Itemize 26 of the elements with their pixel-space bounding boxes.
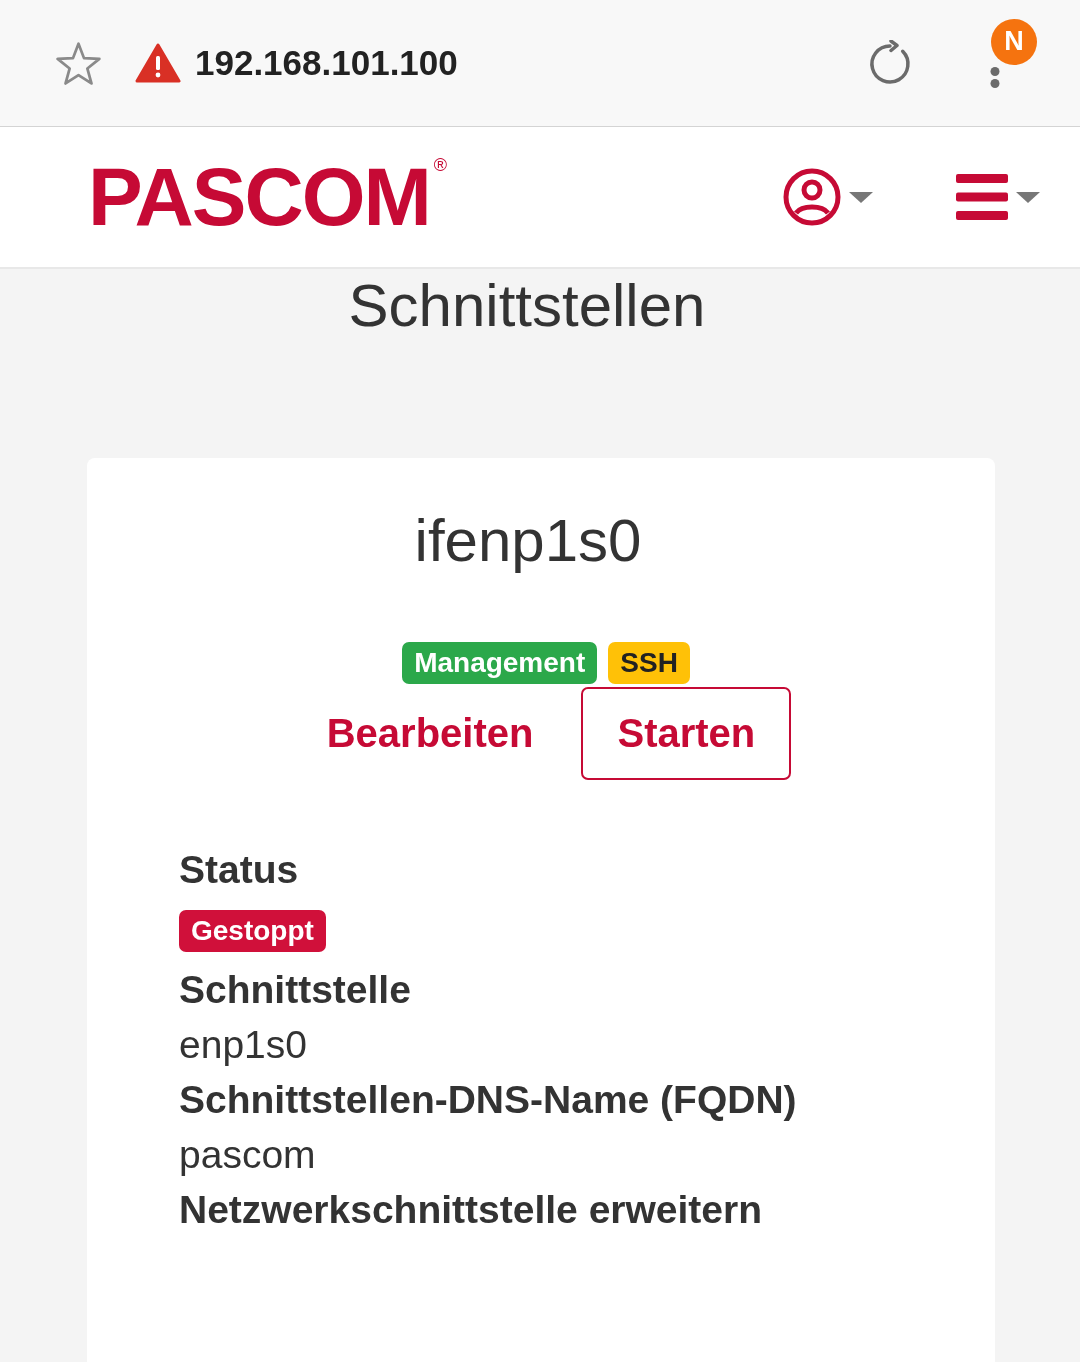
start-button[interactable]: Starten bbox=[581, 687, 792, 780]
field-value: pascom bbox=[179, 1132, 316, 1178]
star-icon[interactable] bbox=[56, 41, 101, 85]
page-title: Schnittstellen bbox=[348, 271, 706, 341]
menu-icon bbox=[956, 174, 1008, 220]
caret-icon bbox=[1016, 191, 1040, 203]
edit-link[interactable]: Bearbeiten bbox=[290, 687, 570, 780]
field-value: enp1s0 bbox=[179, 1022, 307, 1068]
logo[interactable]: PASCOM$^{®}$ bbox=[88, 156, 448, 238]
url-text[interactable]: 192.168.101.100 bbox=[195, 43, 458, 83]
reload-icon[interactable] bbox=[867, 40, 913, 86]
vertical-dots-icon[interactable] bbox=[990, 66, 1000, 88]
field-label: Status bbox=[179, 847, 299, 893]
user-icon bbox=[783, 168, 841, 226]
card-title: ifenp1s0 bbox=[414, 506, 642, 576]
tag: SSH bbox=[608, 642, 690, 684]
field-label: Schnittstellen-DNS-Name (FQDN) bbox=[179, 1077, 797, 1123]
menu-button[interactable] bbox=[956, 174, 1040, 220]
user-menu-button[interactable] bbox=[783, 168, 873, 226]
field-label: Schnittstelle bbox=[179, 967, 411, 1013]
profile-avatar: N bbox=[991, 18, 1037, 65]
field-label: Netzwerkschnittstelle erweitern bbox=[179, 1187, 763, 1233]
status-badge: Gestoppt bbox=[179, 910, 326, 952]
caret-icon bbox=[849, 191, 873, 203]
warning-icon[interactable] bbox=[135, 43, 181, 83]
tag: Management bbox=[402, 642, 598, 684]
